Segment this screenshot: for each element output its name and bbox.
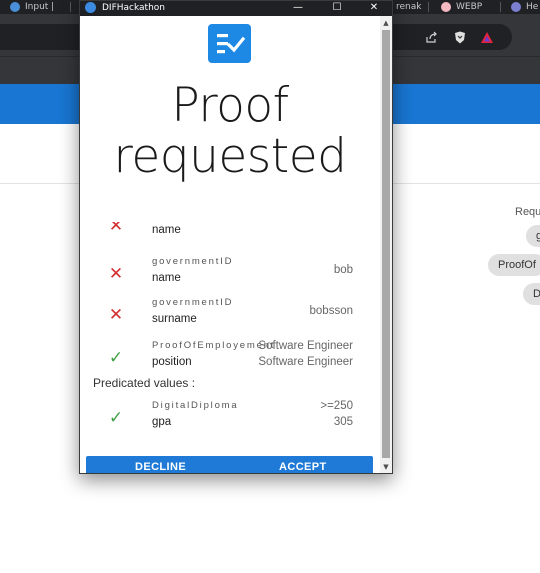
browser-tab[interactable]: renak bbox=[396, 0, 421, 14]
attribute-name: name bbox=[152, 272, 181, 284]
scroll-up-arrow[interactable]: ▲ bbox=[380, 17, 392, 29]
predicate-row: ✓ DigitalDiploma gpa >=250 305 bbox=[80, 400, 380, 436]
title-line: Proof bbox=[171, 78, 289, 133]
check-icon: ✓ bbox=[108, 348, 124, 368]
browser-tab[interactable]: WEBP bbox=[441, 0, 482, 14]
attribute-list[interactable]: ✕ name ✕ governmentID name bob ✕ governm… bbox=[80, 222, 380, 452]
browser-tab[interactable]: He bbox=[511, 0, 538, 14]
attribute-row: ✓ ProofOfEmployement position Software E… bbox=[80, 340, 380, 376]
vertical-scrollbar[interactable]: ▲ ▼ bbox=[380, 16, 392, 473]
attribute-value: Software Engineer bbox=[258, 356, 353, 368]
attribute-name: name bbox=[152, 224, 181, 236]
share-icon[interactable] bbox=[424, 30, 438, 44]
credential-chip[interactable]: g bbox=[526, 225, 540, 247]
tab-label: renak bbox=[396, 2, 422, 12]
tab-divider bbox=[500, 2, 501, 12]
ai-icon bbox=[511, 2, 521, 12]
window-titlebar[interactable]: DIFHackathon — ☐ ✕ bbox=[80, 1, 392, 16]
close-button[interactable]: ✕ bbox=[359, 1, 389, 14]
page-title: Proof requested bbox=[80, 80, 380, 182]
popup-content: Proof requested ✕ name ✕ governmentID na… bbox=[80, 16, 380, 473]
attribute-name: position bbox=[152, 356, 192, 368]
credential-name: DigitalDiploma bbox=[152, 400, 239, 411]
decline-button[interactable]: DECLINE bbox=[135, 461, 186, 473]
cross-icon: ✕ bbox=[108, 264, 124, 284]
predicate-condition: >=250 bbox=[320, 400, 353, 412]
predicated-values-label: Predicated values : bbox=[93, 376, 196, 390]
accept-button[interactable]: ACCEPT bbox=[279, 461, 327, 473]
attribute-value: Software Engineer bbox=[258, 340, 353, 352]
tab-label: Input | bbox=[25, 2, 55, 12]
cross-icon: ✕ bbox=[108, 222, 124, 236]
tab-label: He bbox=[526, 2, 539, 12]
proof-request-window: DIFHackathon — ☐ ✕ Proof requested ✕ nam… bbox=[79, 0, 393, 474]
attribute-value: 305 bbox=[333, 416, 353, 428]
attribute-name: surname bbox=[152, 313, 197, 325]
pig-icon bbox=[441, 2, 451, 12]
action-bar: DECLINE ACCEPT bbox=[86, 456, 373, 473]
credential-name: governmentID bbox=[152, 297, 234, 308]
tab-label: WEBP bbox=[456, 2, 483, 12]
tab-divider bbox=[70, 2, 71, 12]
brave-shield-icon[interactable] bbox=[453, 30, 467, 44]
attribute-row: ✕ governmentID surname bobsson bbox=[80, 297, 380, 333]
maximize-button[interactable]: ☐ bbox=[322, 1, 352, 14]
attribute-row: ✕ name bbox=[80, 222, 380, 244]
credential-chip[interactable]: D bbox=[523, 283, 540, 305]
attribute-value: bobsson bbox=[309, 305, 353, 317]
cross-icon: ✕ bbox=[108, 305, 124, 325]
scrollbar-thumb[interactable] bbox=[382, 30, 390, 458]
attribute-name: gpa bbox=[152, 416, 172, 428]
requests-label: Requ bbox=[515, 206, 540, 218]
window-title: DIFHackathon bbox=[102, 3, 166, 13]
minimize-button[interactable]: — bbox=[283, 1, 313, 14]
attribute-value: bob bbox=[333, 264, 353, 276]
app-icon bbox=[10, 2, 20, 12]
attribute-row: ✕ governmentID name bob bbox=[80, 256, 380, 292]
title-line: requested bbox=[113, 129, 347, 184]
browser-tab[interactable]: Input | bbox=[10, 0, 54, 14]
brave-rewards-icon[interactable] bbox=[480, 30, 494, 44]
app-icon bbox=[85, 2, 96, 13]
credential-chip[interactable]: ProofOf bbox=[488, 254, 540, 276]
tab-divider bbox=[428, 2, 429, 12]
check-icon: ✓ bbox=[108, 408, 124, 428]
checklist-logo-icon bbox=[208, 24, 251, 63]
scroll-down-arrow[interactable]: ▼ bbox=[380, 461, 392, 473]
credential-name: ProofOfEmployement bbox=[152, 340, 276, 351]
credential-name: governmentID bbox=[152, 256, 234, 267]
